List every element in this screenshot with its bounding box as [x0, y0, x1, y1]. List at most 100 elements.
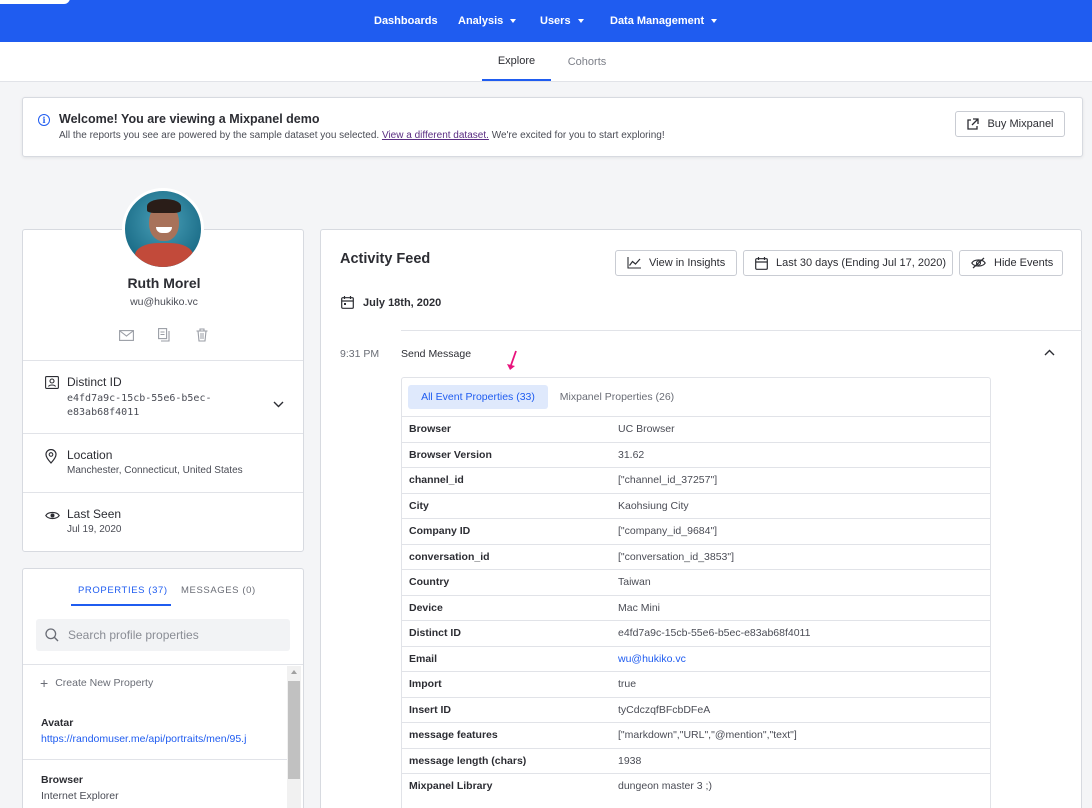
view-different-dataset-link[interactable]: View a different dataset.: [382, 130, 489, 141]
property-key: Distinct ID: [409, 627, 461, 639]
list-item[interactable]: Browser Internet Explorer: [41, 774, 119, 802]
table-row[interactable]: Mixpanel Library dungeon master 3 ;): [402, 773, 990, 799]
nav-dashboards-label: Dashboards: [374, 15, 438, 27]
table-row[interactable]: Distinct ID e4fd7a9c-15cb-55e6-b5ec-e83ab…: [402, 620, 990, 646]
divider: [23, 664, 303, 665]
table-row[interactable]: channel_id ["channel_id_37257"]: [402, 467, 990, 493]
property-value: e4fd7a9c-15cb-55e6-b5ec-e83ab68f4011: [618, 627, 811, 639]
chevron-down-icon[interactable]: [273, 401, 284, 408]
table-row[interactable]: Device Mac Mini: [402, 594, 990, 621]
nav-analysis-label: Analysis: [458, 15, 504, 27]
scrollbar-thumb[interactable]: [288, 681, 300, 779]
view-in-insights-button[interactable]: View in Insights: [615, 250, 737, 276]
property-key: channel_id: [409, 474, 464, 486]
divider: [23, 360, 303, 361]
table-row[interactable]: Import true: [402, 671, 990, 697]
location-value: Manchester, Connecticut, United States: [67, 465, 243, 476]
distinct-id-label: Distinct ID: [67, 375, 122, 389]
chevron-down-icon: [510, 19, 517, 23]
active-tab-indicator: [71, 604, 171, 606]
event-name: Send Message: [401, 348, 472, 360]
line-chart-icon: [627, 257, 641, 269]
distinct-id-section[interactable]: Distinct ID e4fd7a9c-15cb-55e6-b5ec-e83a…: [45, 375, 285, 418]
property-key: message features: [409, 729, 498, 741]
property-value: ["conversation_id_3853"]: [618, 550, 735, 563]
avatar: [122, 188, 204, 270]
nav-dashboards[interactable]: Dashboards: [374, 0, 438, 42]
table-row[interactable]: message features ["markdown","URL","@ment…: [402, 722, 990, 748]
property-value-link[interactable]: https://randomuser.me/api/portraits/men/…: [41, 733, 246, 745]
annotation-arrow-icon: [507, 350, 517, 370]
eye-icon: [45, 511, 60, 520]
nav-analysis[interactable]: Analysis: [458, 0, 517, 42]
tab-mixpanel-properties[interactable]: Mixpanel Properties (26): [552, 385, 682, 409]
date-heading-label: July 18th, 2020: [363, 296, 442, 309]
mail-icon[interactable]: [117, 327, 135, 343]
property-key: Company ID: [409, 525, 471, 537]
property-key: Import: [409, 678, 442, 690]
create-new-property-button[interactable]: + Create New Property: [40, 676, 153, 690]
location-label: Location: [67, 448, 113, 462]
banner-title: Welcome! You are viewing a Mixpanel demo: [59, 112, 320, 126]
list-item[interactable]: Avatar https://randomuser.me/api/portrai…: [41, 717, 246, 745]
property-value: dungeon master 3 ;): [618, 780, 712, 792]
table-row[interactable]: Browser Version 31.62: [402, 441, 990, 468]
tab-cohorts-label: Cohorts: [567, 55, 607, 68]
property-value: Taiwan: [618, 576, 651, 588]
activity-feed: Activity Feed View in Insights Last 30 d…: [320, 229, 1082, 808]
property-key: Browser: [41, 774, 84, 786]
nav-users[interactable]: Users: [540, 0, 584, 42]
tab-messages[interactable]: MESSAGES (0): [181, 585, 256, 596]
property-key: Mixpanel Library: [409, 780, 493, 792]
trash-icon[interactable]: [193, 327, 211, 343]
calendar-icon: [341, 296, 354, 309]
event-properties-table: All Event Properties (33) Mixpanel Prope…: [401, 377, 991, 808]
nav-data-management-label: Data Management: [610, 15, 705, 27]
table-row[interactable]: Country Taiwan: [402, 569, 990, 595]
table-row[interactable]: Email wu@hukiko.vc: [402, 645, 990, 672]
demo-banner: i Welcome! You are viewing a Mixpanel de…: [22, 97, 1083, 157]
table-row[interactable]: message length (chars) 1938: [402, 747, 990, 774]
top-nav-bar: Dashboards Analysis Users Data Managemen…: [0, 0, 1092, 42]
tab-properties[interactable]: PROPERTIES (37): [78, 585, 168, 596]
hide-events-button[interactable]: Hide Events: [959, 250, 1063, 276]
tab-cohorts[interactable]: Cohorts: [558, 42, 616, 81]
property-value: Kaohsiung City: [618, 499, 689, 512]
nav-users-label: Users: [540, 15, 571, 27]
event-time: 9:31 PM: [340, 348, 380, 360]
date-range-button[interactable]: Last 30 days (Ending Jul 17, 2020): [743, 250, 953, 276]
chevron-down-icon: [577, 19, 584, 23]
date-range-label: Last 30 days (Ending Jul 17, 2020): [776, 257, 947, 269]
distinct-id-line-2: e83ab68f4011: [67, 407, 140, 418]
buy-mixpanel-button[interactable]: Buy Mixpanel: [955, 111, 1065, 137]
property-key: Browser: [409, 423, 452, 435]
tab-mixpanel-properties-label: Mixpanel Properties (26): [559, 391, 675, 403]
buy-mixpanel-label: Buy Mixpanel: [987, 118, 1054, 130]
table-row[interactable]: Company ID ["company_id_9684"]: [402, 518, 990, 544]
banner-description: All the reports you see are powered by t…: [59, 130, 665, 141]
table-row[interactable]: City Kaohsiung City: [402, 492, 990, 519]
property-value: true: [618, 678, 637, 690]
properties-panel: PROPERTIES (37) MESSAGES (0) + Create New…: [22, 568, 304, 808]
hide-events-label: Hide Events: [994, 257, 1054, 269]
nav-data-management[interactable]: Data Management: [610, 0, 718, 42]
chevron-up-icon[interactable]: [1044, 349, 1055, 356]
scrollbar[interactable]: [287, 666, 301, 808]
distinct-id-line-1: e4fd7a9c-15cb-55e6-b5ec-: [67, 393, 212, 404]
table-row[interactable]: conversation_id ["conversation_id_3853"]: [402, 543, 990, 570]
copy-icon[interactable]: [155, 327, 173, 343]
property-value-link[interactable]: wu@hukiko.vc: [618, 653, 686, 665]
tab-explore[interactable]: Explore: [482, 42, 551, 81]
property-key: Email: [409, 652, 438, 665]
info-icon: i: [38, 114, 50, 126]
tab-all-event-properties[interactable]: All Event Properties (33): [408, 385, 548, 409]
scroll-up-icon[interactable]: [291, 670, 297, 674]
search-input[interactable]: [68, 625, 278, 645]
distinct-id-value: e4fd7a9c-15cb-55e6-b5ec-e83ab68f4011: [67, 392, 212, 420]
feed-title: Activity Feed: [340, 251, 431, 267]
table-row[interactable]: Insert ID tyCdczqfBFcbDFeA: [402, 696, 990, 723]
property-key: City: [409, 499, 429, 512]
location-pin-icon: [45, 449, 57, 464]
table-row[interactable]: Browser UC Browser: [402, 416, 990, 442]
property-key: Browser Version: [409, 448, 492, 461]
